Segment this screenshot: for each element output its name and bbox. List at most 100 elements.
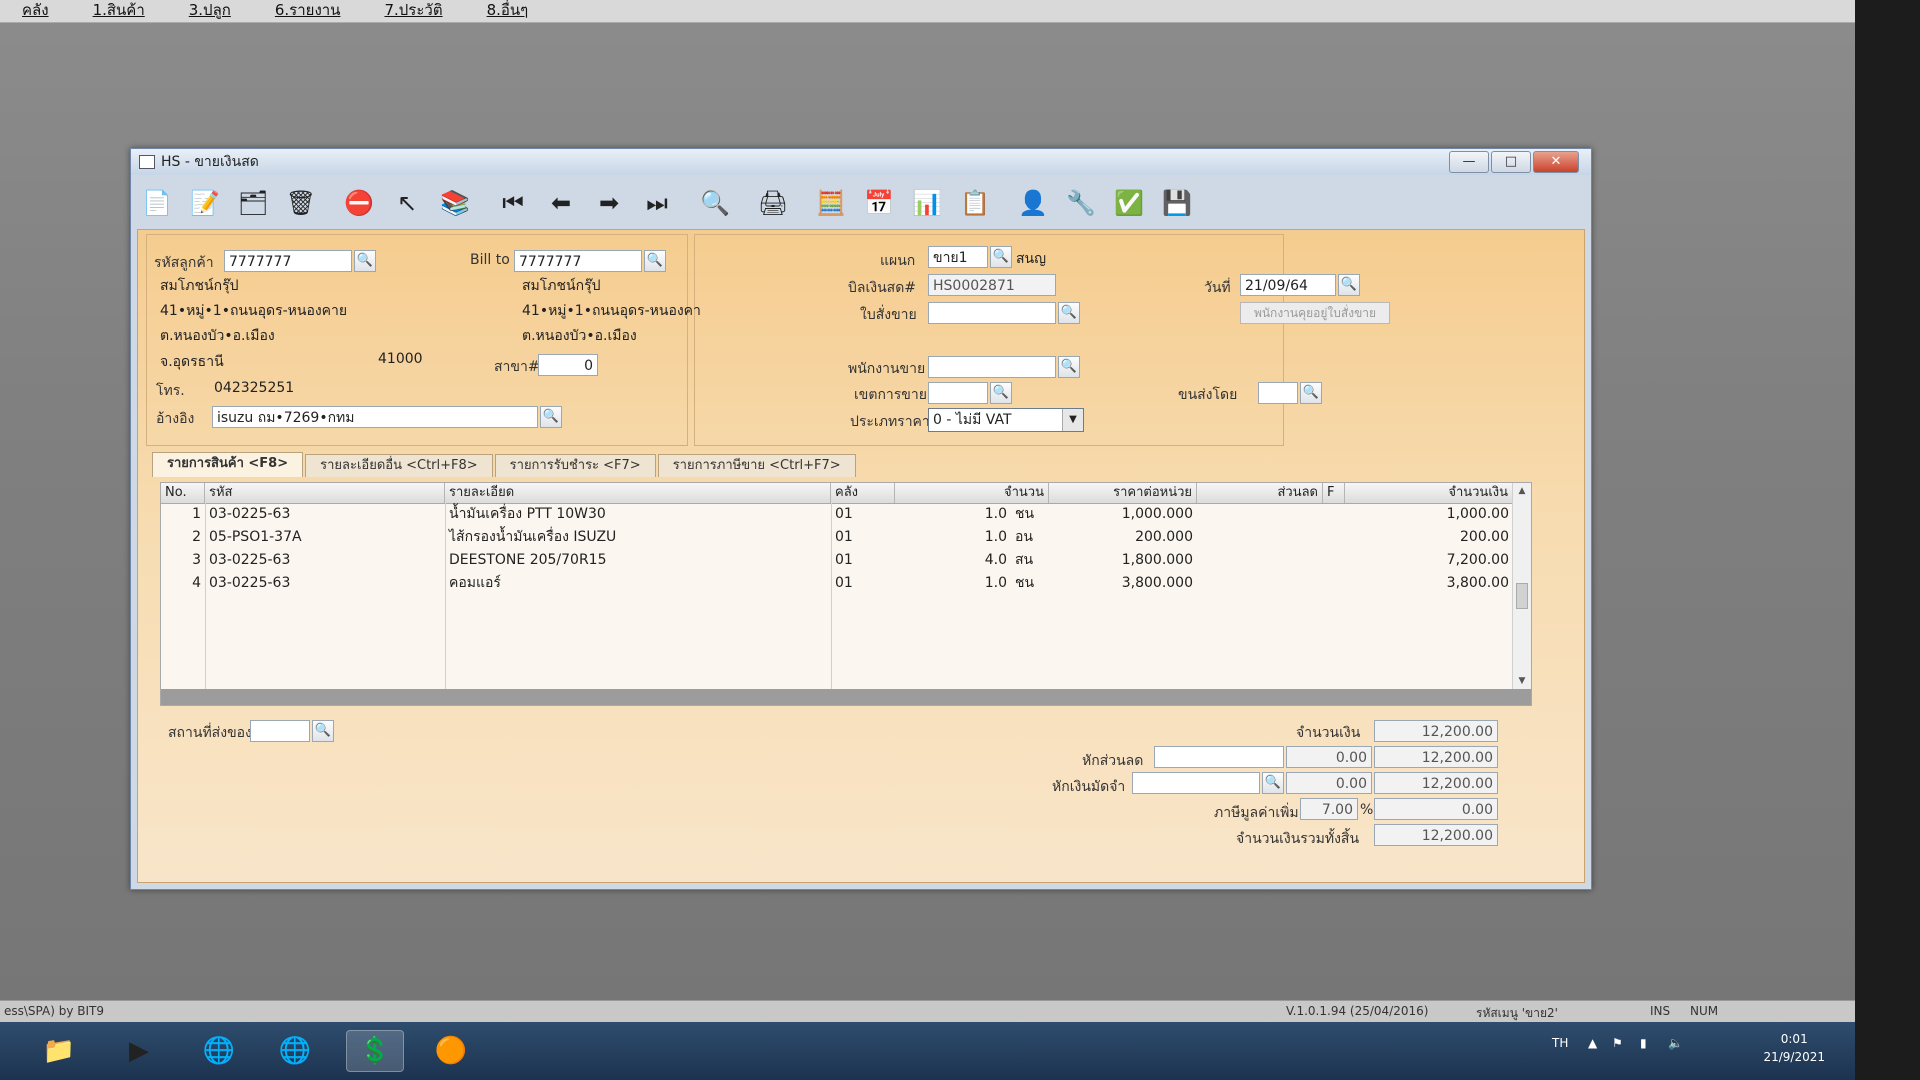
edit-doc-button[interactable]: 📝	[185, 186, 225, 220]
volume-icon[interactable]: 🔈	[1668, 1036, 1683, 1050]
col-f[interactable]: F	[1323, 483, 1345, 503]
sales-order-field[interactable]	[928, 302, 1056, 324]
user-ok-button[interactable]: 👤	[1013, 186, 1053, 220]
menu-item-reports[interactable]: 6.รายงาน	[253, 0, 363, 22]
chrome-profile-icon[interactable]: 🌐	[266, 1030, 324, 1072]
language-indicator[interactable]: TH	[1552, 1036, 1568, 1050]
ship-place-field[interactable]	[250, 720, 310, 742]
price-type-select[interactable]: 0 - ไม่มี VAT ▼	[928, 408, 1084, 432]
export-button[interactable]: 💾	[1157, 186, 1197, 220]
sales-area-field[interactable]	[928, 382, 988, 404]
sales-area-search-icon[interactable]: 🔍	[990, 382, 1012, 404]
accounting-app-icon[interactable]: 💲	[346, 1030, 404, 1072]
first-record-button[interactable]: ⏮	[493, 186, 533, 220]
maximize-button[interactable]: □	[1491, 151, 1531, 173]
sheet-button[interactable]: 📊	[907, 186, 947, 220]
network-icon[interactable]: ▮	[1640, 1036, 1647, 1050]
col-no[interactable]: No.	[161, 483, 205, 503]
grid-horizontal-scrollbar[interactable]	[161, 689, 1531, 705]
menu-item-history[interactable]: 7.ประวัติ	[362, 0, 464, 22]
table-row[interactable]: 2 05-PSO1-37A ไส้กรองน้ำมันเครื่อง ISUZU 01…	[161, 526, 1513, 549]
tab-items[interactable]: รายการสินค้า <F8>	[152, 452, 304, 477]
customer-code-field[interactable]: 7777777	[224, 250, 352, 272]
col-discount[interactable]: ส่วนลด	[1197, 483, 1323, 503]
ship-place-search-icon[interactable]: 🔍	[312, 720, 334, 742]
amount-field: 12,200.00	[1374, 720, 1498, 742]
select-button[interactable]: ↖	[387, 186, 427, 220]
scroll-up-icon[interactable]: ▲	[1513, 483, 1531, 499]
sheet-icon: 📊	[912, 189, 942, 217]
col-warehouse[interactable]: คลัง	[831, 483, 895, 503]
tab-sales-tax[interactable]: รายการภาษีขาย <Ctrl+F7>	[657, 454, 856, 477]
menu-item-other[interactable]: 8.อื่นๆ	[465, 0, 551, 22]
calendar-button[interactable]: 📅	[859, 186, 899, 220]
col-description[interactable]: รายละเอียด	[445, 483, 831, 503]
chevron-down-icon[interactable]: ▼	[1062, 409, 1083, 431]
tab-other-details[interactable]: รายละเอียดอื่น <Ctrl+F8>	[305, 454, 493, 477]
col-quantity[interactable]: จำนวน	[895, 483, 1049, 503]
col-unit-price[interactable]: ราคาต่อหน่วย	[1049, 483, 1197, 503]
table-row[interactable]: 3 03-0225-63 DEESTONE 205/70R15 01 4.0 สน 1,80…	[161, 549, 1513, 572]
report-button[interactable]: 📋	[955, 186, 995, 220]
ship-place-label: สถานที่ส่งของ	[168, 725, 252, 741]
new-doc-button[interactable]: 📄	[137, 186, 177, 220]
deposit-search-icon[interactable]: 🔍	[1262, 772, 1284, 794]
calc-button[interactable]: 🧮	[811, 186, 851, 220]
date-field[interactable]: 21/09/64	[1240, 274, 1336, 296]
scroll-thumb[interactable]	[1516, 583, 1528, 609]
tab-payments[interactable]: รายการรับชำระ <F7>	[494, 454, 656, 477]
close-button[interactable]: ✕	[1533, 151, 1579, 173]
media-player-icon[interactable]: ▶	[110, 1030, 168, 1072]
menu-item-products[interactable]: 1.สินค้า	[71, 0, 167, 22]
deposit-input[interactable]	[1132, 772, 1260, 794]
grid-vertical-scrollbar[interactable]: ▲ ▼	[1512, 483, 1531, 689]
reference-search-icon[interactable]: 🔍	[540, 406, 562, 428]
file-explorer-icon[interactable]: 📁	[30, 1030, 88, 1072]
discount-input[interactable]	[1154, 746, 1284, 768]
ok-doc-button[interactable]: ✅	[1109, 186, 1149, 220]
books-button[interactable]: 📚	[435, 186, 475, 220]
minimize-button[interactable]: —	[1449, 151, 1489, 173]
salesperson-field[interactable]	[928, 356, 1056, 378]
next-record-button[interactable]: ➡	[589, 186, 629, 220]
chrome-icon[interactable]: 🌐	[190, 1030, 248, 1072]
salesperson-search-icon[interactable]: 🔍	[1058, 356, 1080, 378]
tools-button[interactable]: 🔧	[1061, 186, 1101, 220]
dept-search-icon[interactable]: 🔍	[990, 246, 1012, 268]
scroll-down-icon[interactable]: ▼	[1513, 673, 1531, 689]
void-doc-button[interactable]: 🗂	[233, 186, 273, 220]
table-row[interactable]: 1 03-0225-63 น้ำมันเครื่อง PTT 10W30 01 1.0 ช…	[161, 503, 1513, 526]
prev-record-button[interactable]: ⬅	[541, 186, 581, 220]
status-app-path: ess\SPA) by BIT9	[4, 1004, 104, 1018]
vat-value: 0.00	[1374, 798, 1498, 820]
dept-field[interactable]: ขาย1	[928, 246, 988, 268]
billto-field[interactable]: 7777777	[514, 250, 642, 272]
branch-field[interactable]: 0	[538, 354, 598, 376]
tray-expand-icon[interactable]: ▲	[1588, 1036, 1597, 1050]
billto-search-icon[interactable]: 🔍	[644, 250, 666, 272]
flag-icon[interactable]: ⚑	[1612, 1036, 1623, 1050]
taskbar-clock[interactable]: 0:01 21/9/2021	[1763, 1030, 1825, 1066]
cancel-button[interactable]: ⛔	[339, 186, 379, 220]
trash-button[interactable]: 🗑	[281, 186, 321, 220]
sales-order-search-icon[interactable]: 🔍	[1058, 302, 1080, 324]
print-button[interactable]: 🖨	[753, 186, 793, 220]
search-button[interactable]: 🔍	[695, 186, 735, 220]
customer-code-label: รหัสลูกค้า	[154, 255, 214, 271]
bill-no-field[interactable]: HS0002871	[928, 274, 1056, 296]
reference-field[interactable]: isuzu ถม•7269•กทม	[212, 406, 538, 428]
menu-item-stock[interactable]: คลัง	[0, 0, 71, 22]
ship-by-field[interactable]	[1258, 382, 1298, 404]
col-code[interactable]: รหัส	[205, 483, 445, 503]
col-amount[interactable]: จำนวนเงิน	[1345, 483, 1513, 503]
table-row[interactable]: 4 03-0225-63 คอมแอร์ 01 1.0 ชน 3,800.000 3,800.…	[161, 572, 1513, 595]
date-search-icon[interactable]: 🔍	[1338, 274, 1360, 296]
status-menu-code: รหัสเมนู 'ขาย2'	[1476, 1006, 1558, 1020]
cell-code: 05-PSO1-37A	[209, 529, 302, 545]
pull-sales-order-button[interactable]: พนักงานคุยอยู่ใบสั่งขาย	[1240, 302, 1390, 324]
last-record-button[interactable]: ⏭	[637, 186, 677, 220]
menu-item-3[interactable]: 3.ปลูก	[167, 0, 253, 22]
app-orange-icon[interactable]: 🟠	[422, 1030, 480, 1072]
customer-search-icon[interactable]: 🔍	[354, 250, 376, 272]
ship-by-search-icon[interactable]: 🔍	[1300, 382, 1322, 404]
